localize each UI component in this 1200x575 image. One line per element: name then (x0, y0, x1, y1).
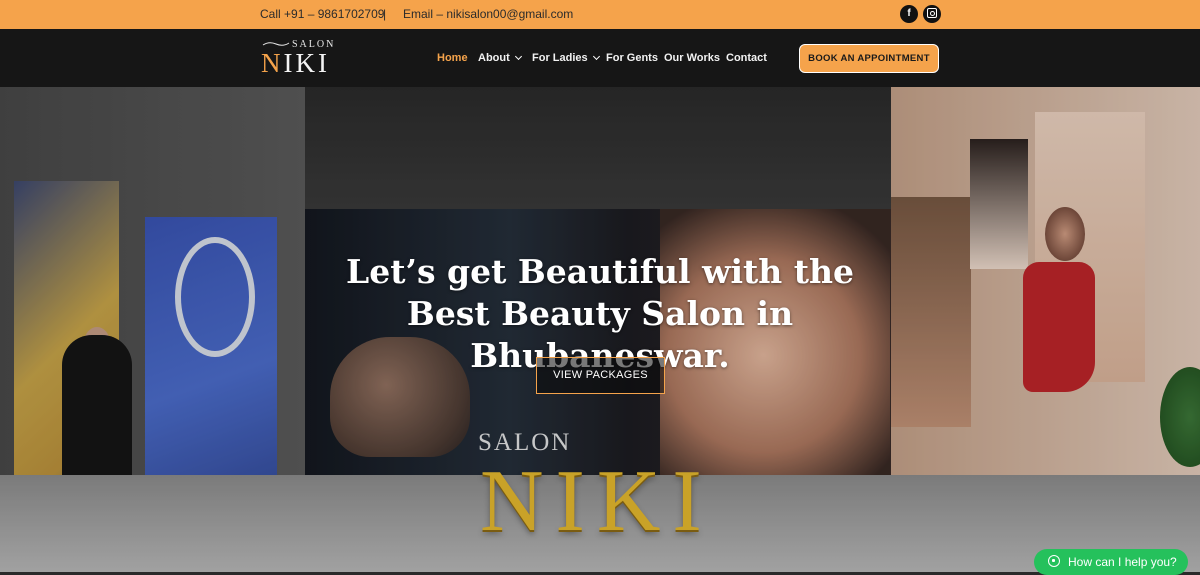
nav-for-gents[interactable]: For Gents (606, 52, 658, 64)
nav-about[interactable]: About (478, 52, 522, 64)
chevron-down-icon (592, 52, 600, 61)
logo-niki-text: NIKI (261, 48, 330, 78)
view-packages-button[interactable]: VIEW PACKAGES (536, 357, 665, 394)
nav-contact[interactable]: Contact (726, 52, 767, 64)
facebook-icon[interactable]: f (900, 5, 918, 23)
contact-separator: | (383, 7, 387, 21)
main-navbar: SALON NIKI Home About For Ladies For Gen… (0, 29, 1200, 87)
chevron-down-icon (514, 52, 522, 61)
chat-label: How can I help you? (1068, 555, 1177, 569)
nav-our-works[interactable]: Our Works (664, 52, 720, 64)
logo-wave-icon (262, 42, 290, 46)
wall-niki-logo: NIKI (480, 453, 714, 550)
whatsapp-icon (1048, 555, 1060, 567)
nav-home[interactable]: Home (437, 52, 468, 64)
email-address[interactable]: Email – nikisalon00@gmail.com (403, 7, 573, 21)
site-logo[interactable]: SALON NIKI (260, 37, 342, 79)
book-appointment-button[interactable]: BOOK AN APPOINTMENT (799, 44, 939, 73)
top-contact-bar: Call +91 – 9861702709 | Email – nikisalo… (0, 0, 1200, 29)
instagram-icon[interactable] (923, 5, 941, 23)
hero-section: SALON NIKI Let’s get Beautiful with the … (0, 87, 1200, 572)
phone-number[interactable]: Call +91 – 9861702709 (260, 7, 384, 21)
nav-for-ladies[interactable]: For Ladies (532, 52, 600, 64)
whatsapp-chat-button[interactable]: How can I help you? (1034, 549, 1188, 575)
